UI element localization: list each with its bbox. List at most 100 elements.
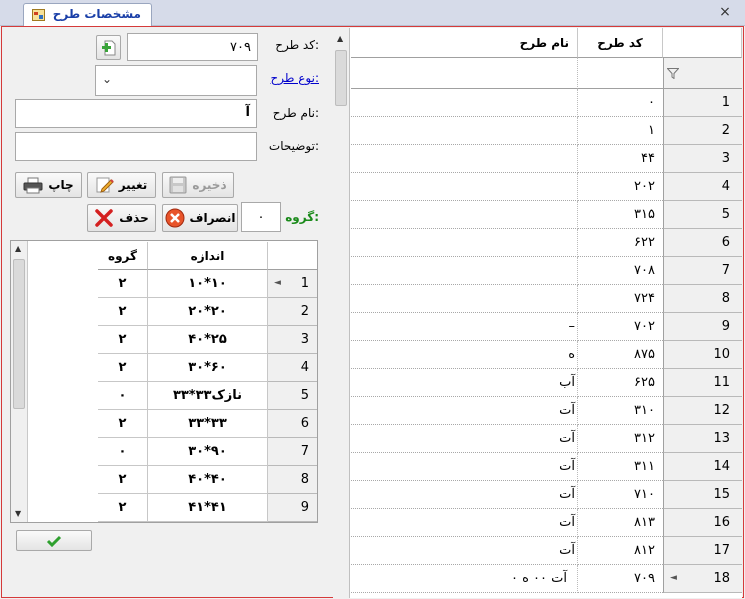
design-code-cell[interactable]: ۷۰۲ <box>578 313 663 341</box>
designs-grid-scrollbar[interactable]: ▲ <box>333 28 350 598</box>
size-value-cell[interactable]: ۳۳*۳۳نازک <box>148 382 268 410</box>
row-header[interactable]: 6 <box>663 229 742 257</box>
size-row-header[interactable]: 8 <box>268 466 317 494</box>
design-code-cell[interactable]: ۷۰۹ <box>578 565 663 593</box>
design-code-cell[interactable]: ۳۱۰ <box>578 397 663 425</box>
design-name-cell[interactable]: آت <box>351 453 578 481</box>
row-header[interactable]: 7 <box>663 257 742 285</box>
scroll-thumb[interactable] <box>335 50 347 106</box>
size-group-cell[interactable]: ۲ <box>98 466 148 494</box>
cancel-button[interactable]: انصراف <box>162 204 238 232</box>
size-group-cell[interactable]: ۲ <box>98 410 148 438</box>
design-type-link[interactable]: نوع طرح: <box>265 71 319 85</box>
design-code-cell[interactable]: ۸۱۳ <box>578 509 663 537</box>
design-name-cell[interactable] <box>351 117 578 145</box>
row-header[interactable]: 16 <box>663 509 742 537</box>
design-code-cell[interactable]: ۲۰۲ <box>578 173 663 201</box>
row-header[interactable]: 13 <box>663 425 742 453</box>
code-field[interactable]: ۷۰۹ <box>127 33 258 61</box>
design-code-cell[interactable]: ۶۲۲ <box>578 229 663 257</box>
design-name-cell[interactable] <box>351 173 578 201</box>
size-row-header[interactable]: 3 <box>268 326 317 354</box>
size-row-header[interactable]: 5 <box>268 382 317 410</box>
design-name-cell[interactable]: آت <box>351 481 578 509</box>
chevron-down-icon[interactable]: ⌄ <box>102 72 112 86</box>
size-group-cell[interactable]: ۲ <box>98 298 148 326</box>
design-name-cell[interactable]: – <box>351 313 578 341</box>
size-group-cell[interactable]: ۲ <box>98 354 148 382</box>
row-header[interactable]: 3 <box>663 145 742 173</box>
design-code-cell[interactable]: ۳۱۲ <box>578 425 663 453</box>
delete-button[interactable]: حذف <box>87 204 156 232</box>
row-header[interactable]: 18 ◄ <box>663 565 742 593</box>
size-value-cell[interactable]: ۴۰*۴۰ <box>148 466 268 494</box>
size-group-cell[interactable]: ۲ <box>98 326 148 354</box>
design-code-cell[interactable]: ۳۱۱ <box>578 453 663 481</box>
design-name-cell[interactable]: آت <box>351 425 578 453</box>
sizes-grid-scrollbar[interactable]: ▲ ▼ <box>11 241 28 522</box>
size-group-cell[interactable]: ۲ <box>98 270 148 298</box>
design-code-cell[interactable]: ۰ <box>578 89 663 117</box>
design-code-cell[interactable]: ۶۲۵ <box>578 369 663 397</box>
row-header[interactable]: 9 <box>663 313 742 341</box>
column-header-group[interactable]: گروه <box>98 242 148 270</box>
design-type-select[interactable]: ⌄ <box>95 65 257 96</box>
design-name-field[interactable]: آ <box>15 99 257 128</box>
column-header-size[interactable]: اندازه <box>148 242 268 270</box>
row-header[interactable]: 14 <box>663 453 742 481</box>
size-group-cell[interactable]: ۲ <box>98 494 148 522</box>
size-row-header[interactable]: 6 <box>268 410 317 438</box>
design-name-cell[interactable]: آت <box>351 397 578 425</box>
scroll-thumb[interactable] <box>13 259 25 409</box>
row-header[interactable]: 11 <box>663 369 742 397</box>
design-name-cell[interactable]: آت <box>351 509 578 537</box>
row-header[interactable]: 1 <box>663 89 742 117</box>
scroll-up-icon[interactable]: ▲ <box>337 34 343 43</box>
row-header[interactable]: 5 <box>663 201 742 229</box>
design-code-cell[interactable]: ۸۱۲ <box>578 537 663 565</box>
design-code-cell[interactable]: ۷۰۸ <box>578 257 663 285</box>
size-group-cell[interactable]: ۰ <box>98 382 148 410</box>
print-button[interactable]: چاپ <box>15 172 82 198</box>
size-value-cell[interactable]: ۳۰*۹۰ <box>148 438 268 466</box>
row-header[interactable]: 4 <box>663 173 742 201</box>
row-header[interactable]: 12 <box>663 397 742 425</box>
design-code-cell[interactable]: ۸۷۵ <box>578 341 663 369</box>
filter-row-header[interactable] <box>663 58 742 89</box>
add-design-button[interactable] <box>96 35 121 60</box>
filter-icon[interactable] <box>667 68 679 79</box>
design-name-cell[interactable]: آت ۰۰ ه ۰ <box>351 565 578 593</box>
size-row-header[interactable]: 1 ◄ <box>268 270 317 298</box>
window-tab[interactable]: مشخصات طرح <box>23 3 152 26</box>
column-header-name[interactable]: نام طرح <box>351 28 578 58</box>
scroll-down-icon[interactable]: ▼ <box>15 509 21 518</box>
design-name-cell[interactable] <box>351 89 578 117</box>
size-value-cell[interactable]: ۴۰*۲۵ <box>148 326 268 354</box>
row-header[interactable]: 10 <box>663 341 742 369</box>
design-name-cell[interactable]: آب <box>351 369 578 397</box>
size-row-header[interactable]: 9 <box>268 494 317 522</box>
design-code-cell[interactable]: ۱ <box>578 117 663 145</box>
design-name-cell[interactable]: آت <box>351 537 578 565</box>
edit-button[interactable]: تغییر <box>87 172 156 198</box>
design-code-cell[interactable]: ۷۱۰ <box>578 481 663 509</box>
design-name-cell[interactable] <box>351 285 578 313</box>
size-value-cell[interactable]: ۳۰*۶۰ <box>148 354 268 382</box>
design-code-cell[interactable]: ۷۲۴ <box>578 285 663 313</box>
size-value-cell[interactable]: ۳۳*۳۳ <box>148 410 268 438</box>
design-code-cell[interactable]: ۳۱۵ <box>578 201 663 229</box>
column-header-code[interactable]: کد طرح <box>578 28 663 58</box>
row-header[interactable]: 17 <box>663 537 742 565</box>
design-name-cell[interactable] <box>351 229 578 257</box>
size-value-cell[interactable]: ۴۱*۴۱ <box>148 494 268 522</box>
design-name-cell[interactable] <box>351 201 578 229</box>
size-row-header[interactable]: 4 <box>268 354 317 382</box>
size-row-header[interactable]: 7 <box>268 438 317 466</box>
row-header[interactable]: 15 <box>663 481 742 509</box>
size-value-cell[interactable]: ۱۰*۱۰ <box>148 270 268 298</box>
group-field[interactable]: ۰ <box>241 202 281 232</box>
design-name-cell[interactable]: ه <box>351 341 578 369</box>
design-name-cell[interactable] <box>351 145 578 173</box>
size-value-cell[interactable]: ۲۰*۲۰ <box>148 298 268 326</box>
filter-cell-code[interactable] <box>578 58 663 89</box>
